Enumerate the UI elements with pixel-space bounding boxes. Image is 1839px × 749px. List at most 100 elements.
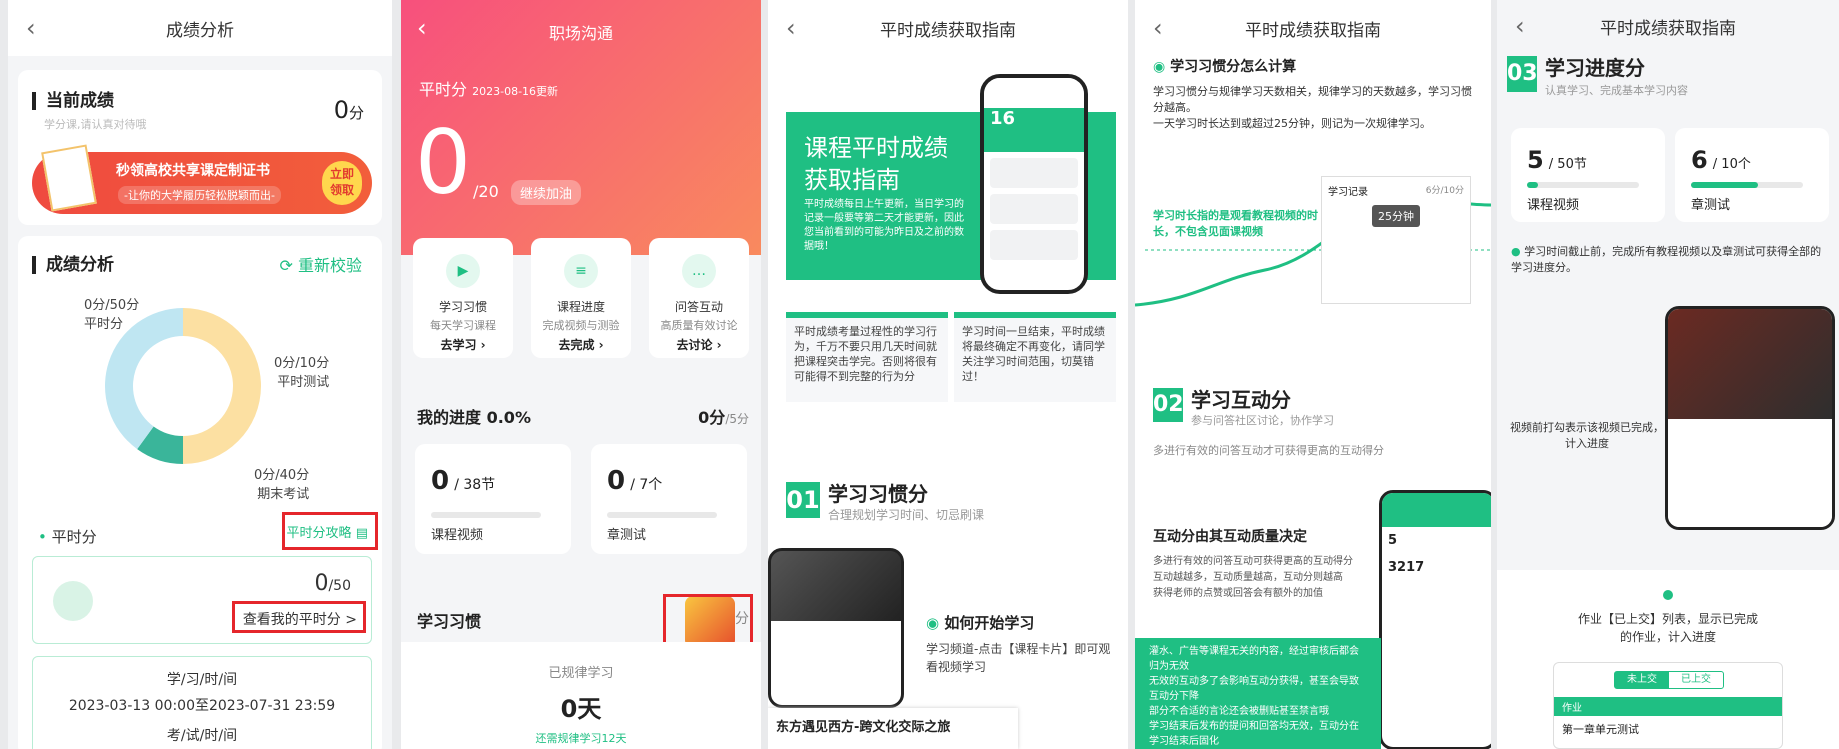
- panel-guide-1: ‹ 平时成绩获取指南 课程平时成绩 获取指南 平时成绩每日上午更新，当日学习的记…: [768, 0, 1128, 749]
- slice-label-final: 0分/40分 期末考试: [254, 468, 310, 502]
- hero-desc: 平时成绩每日上午更新，当日学习的记录一般要等第二天才能更新，因此您当前看到的可能…: [804, 199, 964, 252]
- card-sub: 每天学习课程: [430, 319, 496, 332]
- bullet-item: 互动越越多，互动质量越高，互动分则越高: [1153, 572, 1343, 583]
- keep-going-tag: 继续加油: [511, 180, 582, 205]
- current-score: 0分: [333, 96, 364, 124]
- stat-label: 课程视频: [431, 528, 484, 543]
- panel-guide-3: ‹ 平时成绩获取指南 03 学习进度分 认真学习、完成基本学习内容 5 / 50…: [1497, 0, 1839, 749]
- phone-mockup: [1665, 306, 1835, 530]
- duration-note: 学习时长指的是观看教程视频的时长，不包含见面课视频: [1153, 209, 1318, 238]
- card-title: 课程进度: [556, 300, 605, 314]
- quality-title: 互动分由其互动质量决定: [1153, 529, 1307, 545]
- pingshi-score: 0/50: [314, 571, 351, 596]
- nav-bar: ‹ 平时成绩获取指南: [768, 0, 1128, 56]
- nav-title: 平时成绩获取指南: [880, 20, 1016, 41]
- nav-bar: ‹ 平时成绩获取指南: [1497, 6, 1839, 46]
- bullet-item: 获得老师的点赞或回答会有额外的加值: [1153, 588, 1323, 599]
- recheck-button[interactable]: ⟳ 重新校验: [279, 252, 362, 276]
- back-arrow-icon[interactable]: ‹: [26, 14, 36, 42]
- section-title: 学习习惯分: [828, 482, 928, 506]
- highlight-strategy: [282, 512, 378, 550]
- stat-videos: 0 / 38节 课程视频: [415, 444, 571, 554]
- list-icon: ≡: [564, 254, 598, 288]
- panel-score-analysis: ‹ 成绩分析 当前成绩 学分课,请认真对待哦 0分 秒领高校共享课定制证书 -让…: [8, 0, 392, 749]
- analysis-card: 成绩分析 ⟳ 重新校验 0分/50分 平时分 0分/10分 平时测试 0分/40…: [18, 236, 382, 749]
- video-note: 视频前打勾表示该视频已完成，计入进度: [1510, 421, 1664, 450]
- card-action[interactable]: 去讨论 ›: [649, 336, 749, 353]
- course-card-title: 东方遇见西方-跨文化交际之旅: [776, 720, 951, 735]
- homework-row-title[interactable]: 第一章单元测试: [1562, 721, 1639, 737]
- card-action[interactable]: 去完成 ›: [531, 336, 631, 353]
- section-subtitle: 参与问答社区讨论，协作学习: [1191, 414, 1334, 427]
- nav-title: 平时成绩获取指南: [1600, 18, 1736, 39]
- study-time-label: 学/习/时/间: [166, 672, 238, 688]
- panel-guide-2: ‹ 平时成绩获取指南 ◉ 学习习惯分怎么计算 学习习惯分与规律学习天数相关，规律…: [1135, 0, 1491, 749]
- card-qa[interactable]: … 问答互动 高质量有效讨论 去讨论 ›: [649, 238, 749, 358]
- slice-label-test: 0分/10分 平时测试: [274, 356, 330, 390]
- course-header: ‹ 职场沟通 平时分 2023-08-16更新 0 /20 继续加油: [401, 0, 761, 255]
- highlight-view-link: [232, 601, 366, 633]
- banner-claim-button[interactable]: 立即领取: [322, 161, 362, 205]
- back-arrow-icon[interactable]: ‹: [786, 14, 796, 42]
- study-time-value: 2023-03-13 00:00至2023-07-31 23:59: [68, 698, 336, 714]
- current-score-card: 当前成绩 学分课,请认真对待哦 0分 秒领高校共享课定制证书 -让你的大学履历轻…: [18, 70, 382, 225]
- progress-bar: [607, 512, 717, 518]
- pingshi-max: /20: [473, 182, 499, 201]
- back-arrow-icon[interactable]: ‹: [1515, 12, 1525, 40]
- record-card: 学习记录 6分/10分 25分钟: [1321, 176, 1471, 304]
- tab-submitted[interactable]: 已上交: [1669, 672, 1723, 688]
- section-title: 学习互动分: [1191, 388, 1291, 412]
- tip-right: 学习时间一旦结束，平时成绩将最终确定不再变化，请同学关注学习时间范围，切莫错过！: [954, 312, 1116, 402]
- card-progress[interactable]: ≡ 课程进度 完成视频与测验 去完成 ›: [531, 238, 631, 358]
- how-desc: 学习频道-点击【课程卡片】即可观看视频学习: [926, 642, 1111, 674]
- habit-card: 已规律学习 0天 还需规律学习12天: [401, 642, 761, 749]
- section-subtitle: 认真学习、完成基本学习内容: [1545, 84, 1688, 97]
- card-action[interactable]: 去学习 ›: [413, 336, 513, 353]
- bullets: 多进行有效的问答互动可获得更高的互动得分 互动越越多，互动质量越高，互动分则越高…: [1153, 554, 1373, 602]
- phone-number: 16: [984, 108, 1084, 152]
- my-progress-title: 我的进度 0.0%: [417, 408, 531, 427]
- avatar: [53, 581, 93, 621]
- my-progress-score: 0分/5分: [698, 408, 749, 427]
- banner-subtitle: -让你的大学履历轻松脱颖而出-: [118, 186, 281, 204]
- phone-number: 3217: [1388, 560, 1425, 575]
- donut-slice-pingshi: [183, 308, 261, 464]
- homework-mock: 未上交 已上交 作业 第一章单元测试: [1553, 662, 1783, 749]
- chat-icon: …: [682, 254, 716, 288]
- homework-row-label: 作业: [1554, 697, 1782, 716]
- section-number: 03: [1507, 56, 1538, 92]
- check-icon: [1663, 590, 1673, 600]
- stat-videos: 5 / 50节 课程视频: [1511, 128, 1665, 222]
- homework-note: 作业【已上交】列表，显示已完成的作业，计入进度: [1577, 612, 1758, 644]
- card-sub: 完成视频与测验: [542, 319, 620, 332]
- habit-hint: 还需规律学习12天: [535, 732, 627, 745]
- card-study-habit[interactable]: ▶ 学习习惯 每天学习课程 去学习 ›: [413, 238, 513, 358]
- nav-title: 平时成绩获取指南: [1245, 20, 1381, 41]
- panel-course: ‹ 职场沟通 平时分 2023-08-16更新 0 /20 继续加油 ▶ 学习习…: [401, 0, 761, 749]
- nav-title: 成绩分析: [166, 20, 234, 41]
- analysis-title: 成绩分析: [32, 256, 114, 274]
- progress-bar: [1527, 182, 1639, 188]
- nav-bar: ‹ 平时成绩获取指南: [1135, 8, 1491, 48]
- how-title: ◉ 如何开始学习: [926, 614, 1035, 632]
- certificate-banner[interactable]: 秒领高校共享课定制证书 -让你的大学履历轻松脱颖而出- 立即领取: [32, 144, 372, 214]
- course-card[interactable]: 东方遇见西方-跨文化交际之旅: [768, 708, 1018, 749]
- study-habit-title: 学习习惯: [417, 612, 482, 631]
- calc-desc: 学习习惯分与规律学习天数相关，规律学习的天数越多，学习习惯分越高。 一天学习时长…: [1153, 85, 1472, 130]
- section-desc: 多进行有效的问答互动才可获得更高的互动得分: [1153, 444, 1384, 457]
- tab-not-submitted[interactable]: 未上交: [1615, 672, 1669, 688]
- stat-tests: 0 / 7个 章测试: [591, 444, 747, 554]
- hero-title: 获取指南: [804, 166, 900, 194]
- habit-regular-label: 已规律学习: [548, 666, 614, 681]
- phone-number: 5: [1388, 533, 1398, 548]
- banner-title: 秒领高校共享课定制证书: [116, 163, 270, 179]
- hero-title: 课程平时成绩: [804, 134, 948, 162]
- record-label: 学习记录: [1328, 187, 1368, 198]
- stat-label: 章测试: [1691, 198, 1731, 213]
- progress-bar: [1691, 182, 1803, 188]
- homework-tabs: 未上交 已上交: [1614, 671, 1724, 689]
- card-title: 学习习惯: [438, 300, 487, 314]
- tip-left: 平时成绩考量过程性的学习行为，千万不要只用几天时间就把课程突击学完。否则将很有可…: [786, 312, 948, 402]
- back-arrow-icon[interactable]: ‹: [1153, 14, 1163, 42]
- habit-days: 0天: [560, 695, 602, 723]
